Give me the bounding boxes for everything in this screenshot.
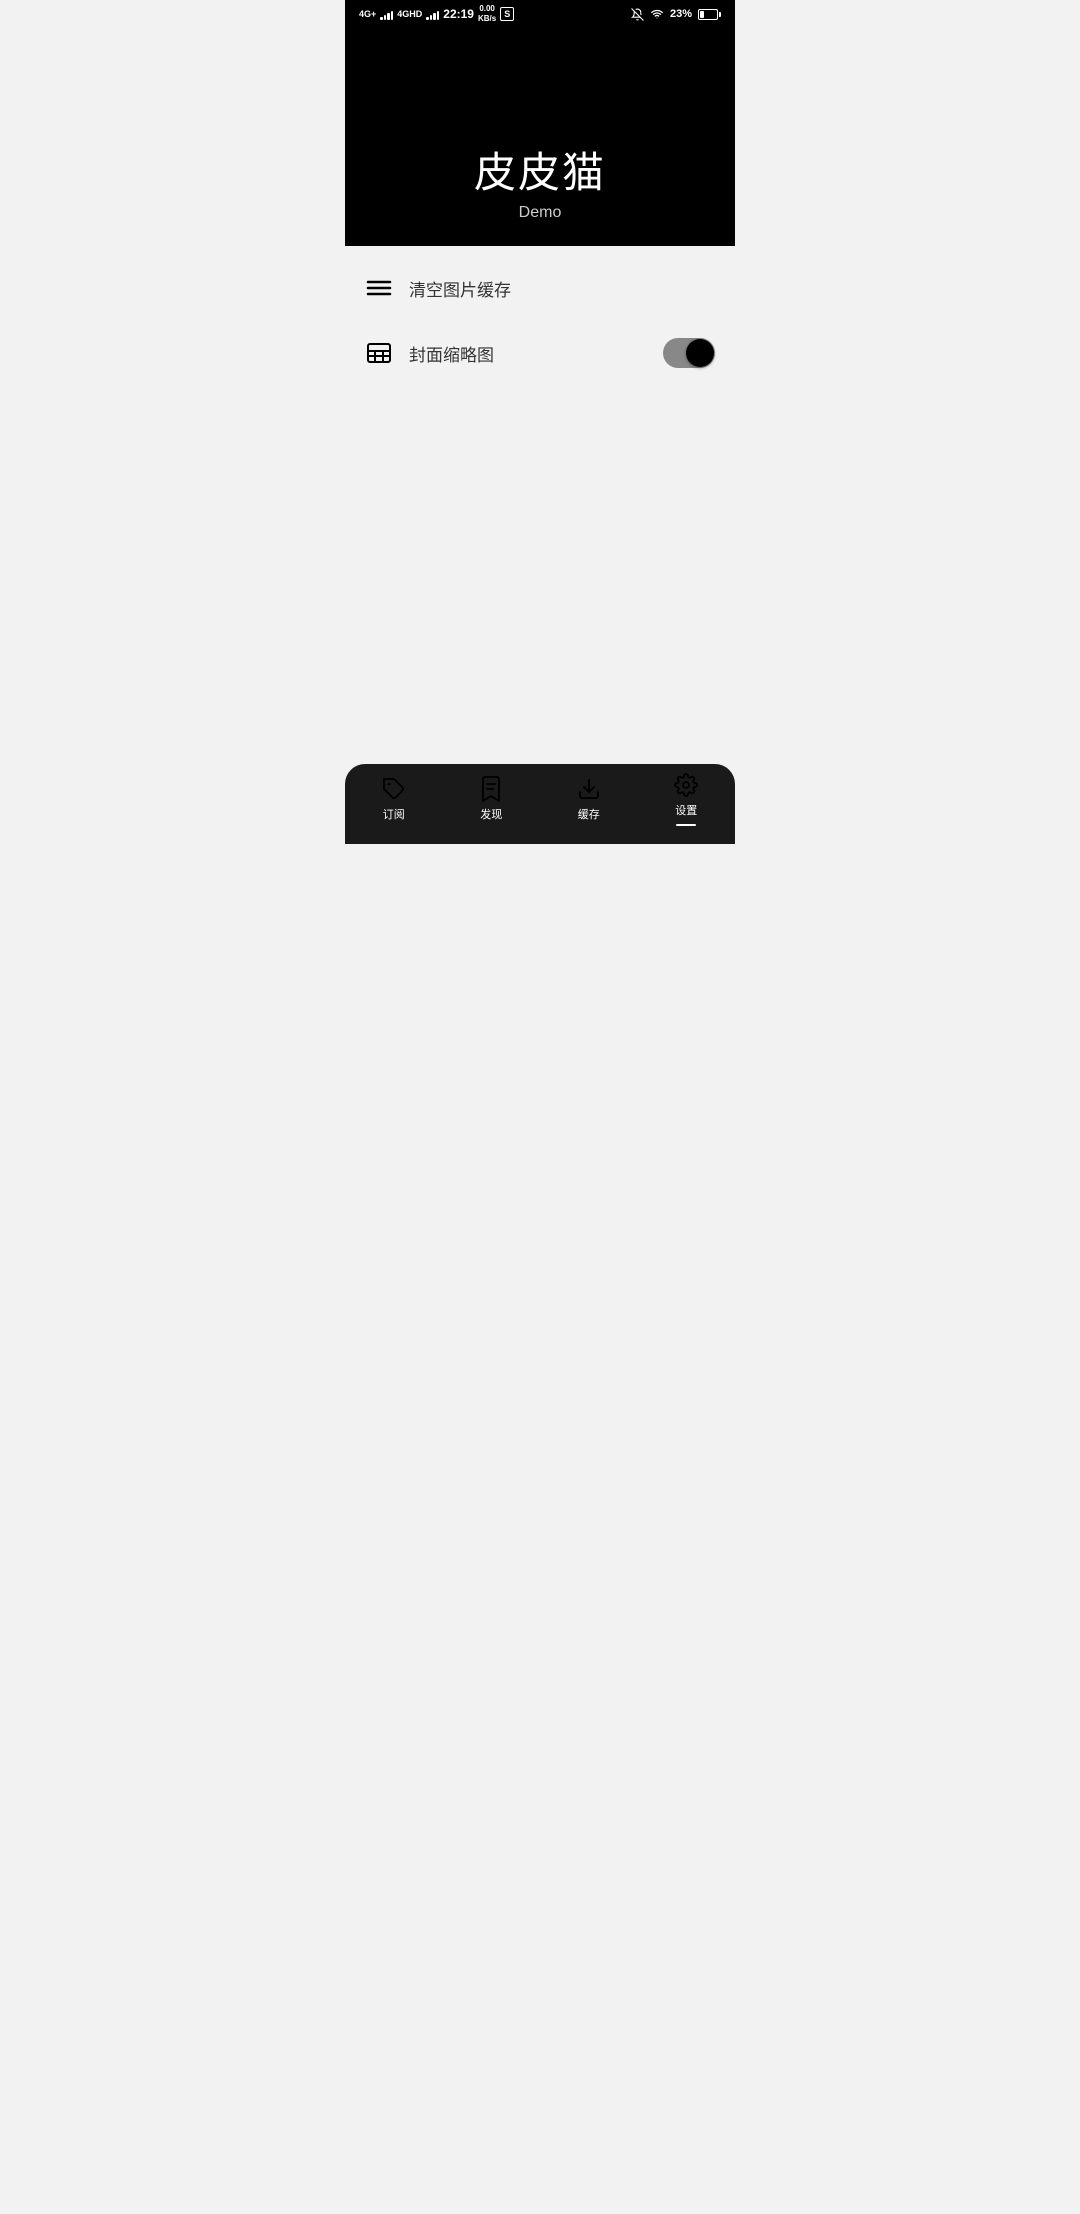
discover-icon	[478, 776, 504, 802]
network-speed: 0.00KB/s	[478, 4, 496, 23]
s-app-icon: S	[500, 7, 514, 21]
signal-bars-2	[426, 8, 439, 20]
nav-item-subscribe[interactable]: 订阅	[345, 776, 443, 822]
toggle-knob	[686, 339, 714, 367]
settings-label: 设置	[675, 802, 697, 818]
cache-icon	[576, 776, 602, 802]
bottom-nav: 订阅 发现 缓存 设置	[345, 764, 735, 844]
cover-thumbnail-label: 封面缩略图	[409, 341, 647, 366]
network1-label: 4G+	[359, 10, 376, 19]
nav-item-cache[interactable]: 缓存	[540, 776, 638, 822]
status-bar: 4G+ 4GHD 22:19 0.00KB/s S	[345, 0, 735, 26]
signal-bars-1	[380, 8, 393, 20]
time-display: 22:19	[443, 7, 474, 21]
cover-thumbnail-item[interactable]: 封面缩略图	[345, 320, 735, 386]
settings-list: 清空图片缓存 封面缩略图	[345, 246, 735, 764]
nav-item-settings[interactable]: 设置	[638, 772, 736, 826]
battery-percent: 23%	[670, 8, 692, 20]
clear-cache-icon	[365, 274, 393, 302]
subscribe-icon	[381, 776, 407, 802]
subscribe-label: 订阅	[383, 806, 405, 822]
battery-icon	[698, 9, 721, 20]
bell-muted-icon	[631, 8, 644, 21]
status-left: 4G+ 4GHD 22:19 0.00KB/s S	[359, 4, 514, 23]
app-title: 皮皮猫	[474, 139, 606, 200]
wifi-icon	[650, 8, 664, 20]
clear-cache-label: 清空图片缓存	[409, 276, 715, 301]
cover-thumbnail-icon	[365, 339, 393, 367]
clear-cache-item[interactable]: 清空图片缓存	[345, 256, 735, 320]
cache-label: 缓存	[578, 806, 600, 822]
discover-label: 发现	[480, 806, 502, 822]
network2-label: 4GHD	[397, 10, 422, 19]
status-right: 23%	[631, 8, 721, 21]
app-header: 皮皮猫 Demo	[345, 26, 735, 246]
nav-item-discover[interactable]: 发现	[443, 776, 541, 822]
cover-thumbnail-toggle[interactable]	[663, 338, 715, 368]
app-subtitle: Demo	[519, 204, 562, 222]
settings-icon	[673, 772, 699, 798]
